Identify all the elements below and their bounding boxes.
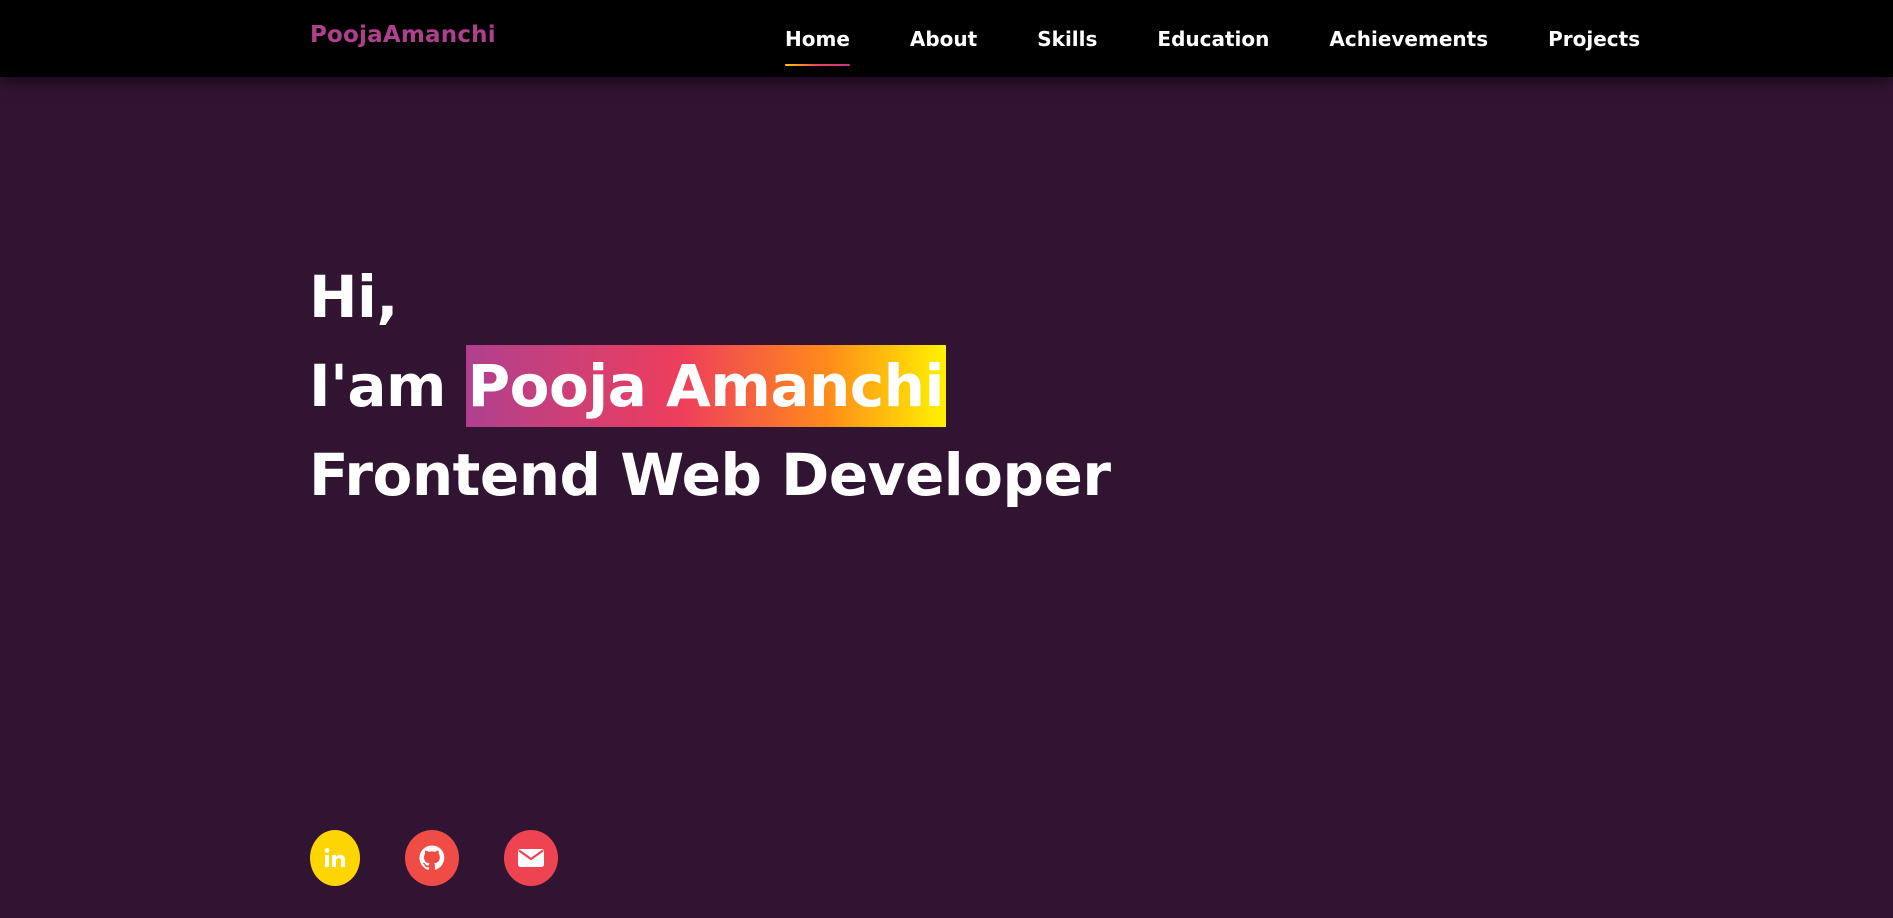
email-button[interactable] bbox=[504, 830, 558, 886]
nav-link-projects[interactable]: Projects bbox=[1548, 29, 1640, 49]
navbar: PoojaAmanchi Home About Skills Education… bbox=[0, 0, 1893, 77]
nav-links: Home About Skills Education Achievements… bbox=[785, 0, 1640, 77]
linkedin-icon bbox=[322, 846, 348, 870]
hero-section: Hi, I'am Pooja Amanchi Frontend Web Deve… bbox=[309, 253, 1111, 520]
nav-link-skills[interactable]: Skills bbox=[1037, 29, 1097, 49]
hero-intro: I'am Pooja Amanchi bbox=[309, 342, 1110, 431]
envelope-icon bbox=[517, 847, 545, 869]
linkedin-button[interactable] bbox=[310, 830, 360, 886]
site-logo[interactable]: PoojaAmanchi bbox=[310, 22, 496, 48]
github-icon bbox=[418, 844, 446, 872]
social-links bbox=[310, 830, 558, 886]
nav-link-education[interactable]: Education bbox=[1157, 29, 1269, 49]
hero-role: Frontend Web Developer bbox=[309, 441, 1111, 509]
hero-intro-prefix: I'am bbox=[309, 352, 466, 420]
hero-greeting: Hi, bbox=[309, 263, 398, 331]
github-button[interactable] bbox=[405, 830, 459, 886]
hero-name-highlight: Pooja Amanchi bbox=[465, 345, 946, 427]
nav-link-home[interactable]: Home bbox=[785, 29, 850, 66]
nav-link-about[interactable]: About bbox=[910, 29, 977, 49]
nav-link-achievements[interactable]: Achievements bbox=[1329, 29, 1488, 49]
